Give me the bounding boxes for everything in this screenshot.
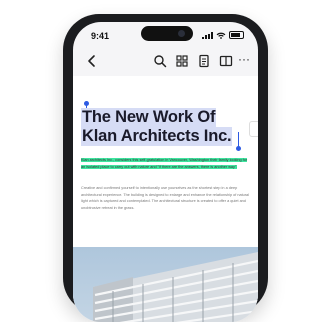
- more-icon[interactable]: ···: [238, 52, 252, 66]
- document-page: The New Work Of Klan Architects Inc. Kla…: [73, 76, 258, 322]
- grid-icon[interactable]: [175, 54, 189, 68]
- book-icon[interactable]: [219, 54, 233, 68]
- side-panel-tab[interactable]: [249, 121, 258, 137]
- status-time: 9:41: [91, 31, 110, 41]
- signal-icon: [202, 31, 213, 39]
- architecture-photo: [73, 247, 258, 322]
- wifi-icon: [216, 32, 226, 39]
- back-chevron-icon[interactable]: [85, 54, 99, 68]
- building-image: [93, 252, 258, 322]
- reader-toolbar: ···: [73, 52, 258, 72]
- highlighted-text: Klan architects Inc., considers this sel…: [81, 158, 248, 169]
- status-bar: 9:41: [73, 22, 258, 44]
- phone-frame: 9:41 ··· The New Work Of Klan Architects…: [63, 14, 268, 322]
- phone-screen: 9:41 ··· The New Work Of Klan Architects…: [73, 22, 258, 322]
- title-line-2: Klan Architects Inc.: [81, 127, 233, 146]
- selection-handle-end[interactable]: [236, 146, 241, 151]
- title-line-1: The New Work Of: [81, 108, 217, 127]
- highlighted-paragraph[interactable]: Klan architects Inc., considers this sel…: [81, 157, 249, 170]
- search-icon[interactable]: [153, 54, 167, 68]
- document-icon[interactable]: [197, 54, 211, 68]
- camera-notch: [141, 26, 193, 41]
- front-camera-icon: [178, 30, 185, 37]
- battery-icon: [229, 31, 244, 39]
- status-icons: [202, 31, 244, 39]
- document-title[interactable]: The New Work Of Klan Architects Inc.: [81, 108, 241, 146]
- body-paragraph: Creative and confirmed yourself to inten…: [81, 186, 249, 210]
